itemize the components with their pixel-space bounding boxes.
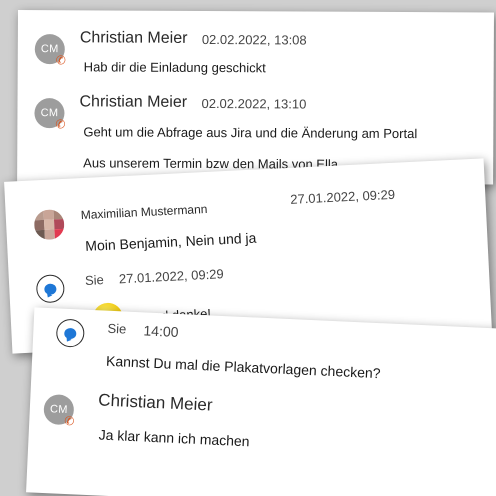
message-text[interactable]: Ja klar kann ich machen: [98, 426, 250, 449]
phone-icon: ✆: [55, 53, 67, 68]
avatar-christian-meier[interactable]: CM ✆: [34, 98, 66, 131]
message-text[interactable]: Hab dir die Einladung geschickt: [84, 59, 266, 75]
message-text[interactable]: Moin Benjamin, Nein und ja: [85, 230, 257, 254]
phone-icon: ✆: [55, 117, 66, 132]
sender-name: Christian Meier: [97, 390, 213, 415]
message-text[interactable]: Geht um die Abfrage aus Jira und die Änd…: [83, 124, 417, 141]
sender-name: Christian Meier: [79, 93, 188, 111]
avatar-self[interactable]: [55, 318, 85, 348]
avatar-self[interactable]: [35, 274, 66, 304]
sender-name: Maximilian Mustermann: [80, 201, 208, 223]
chat-bubble-icon: [44, 282, 57, 295]
message-timestamp: 02.02.2022, 13:10: [201, 95, 307, 112]
phone-icon: ✆: [64, 413, 75, 429]
sender-name: Sie: [107, 320, 127, 337]
chat-bubble-icon: [64, 327, 77, 339]
avatar-maximilian-mustermann[interactable]: [33, 208, 65, 241]
message-timestamp: 27.01.2022, 09:29: [118, 266, 225, 287]
sender-name: Christian Meier: [79, 29, 188, 47]
avatar-christian-meier[interactable]: CM ✆: [34, 34, 66, 67]
message-timestamp: 14:00: [143, 322, 179, 340]
message-timestamp: 02.02.2022, 13:08: [201, 31, 307, 48]
message-card-3: Sie 14:00 Kannst Du mal die Plakatvorlag…: [26, 307, 496, 496]
message-card-1: CM ✆ Christian Meier 02.02.2022, 13:08 H…: [17, 10, 494, 185]
avatar-christian-meier[interactable]: CM ✆: [43, 393, 75, 428]
message-timestamp: 27.01.2022, 09:29: [289, 186, 396, 207]
message-text[interactable]: Kannst Du mal die Plakatvorlagen checken…: [106, 353, 381, 381]
sender-name: Sie: [84, 272, 105, 288]
